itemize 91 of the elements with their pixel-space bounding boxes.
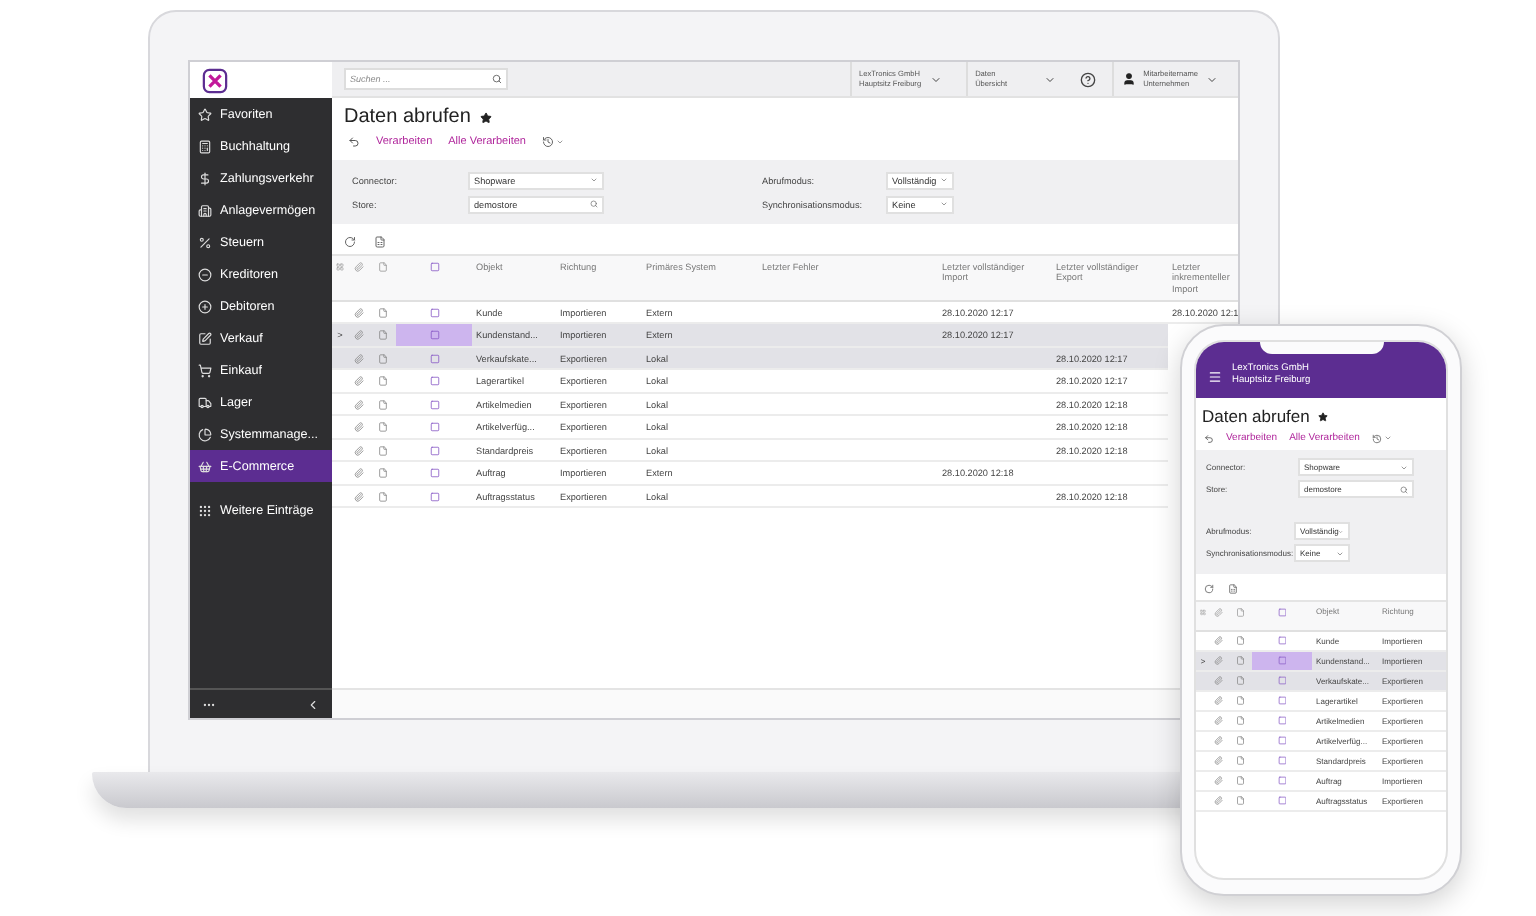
history-icon[interactable] xyxy=(1371,433,1382,443)
document-icon xyxy=(377,468,387,479)
calculator-icon xyxy=(198,139,212,153)
user-icon xyxy=(1121,72,1136,86)
basket-icon xyxy=(198,459,212,473)
pen-square-icon xyxy=(198,331,212,345)
document-icon xyxy=(1235,756,1245,766)
undo-icon[interactable] xyxy=(1204,433,1214,443)
checkbox-icon xyxy=(429,307,439,318)
star-icon[interactable] xyxy=(1317,411,1328,421)
document-icon xyxy=(377,422,387,433)
checkbox-icon xyxy=(429,491,439,502)
document-icon xyxy=(377,491,387,502)
refresh-icon[interactable] xyxy=(1204,584,1214,594)
document-icon xyxy=(1235,716,1245,726)
checkbox-icon xyxy=(429,422,439,433)
checkbox-icon xyxy=(1277,696,1287,706)
page-title: Daten abrufen xyxy=(344,106,471,128)
checkbox-icon xyxy=(1277,676,1287,686)
page-title: Daten abrufen xyxy=(1202,406,1310,426)
caret-icon xyxy=(929,73,942,85)
paperclip-icon xyxy=(353,399,363,410)
plus-circle-icon xyxy=(198,299,212,313)
checkbox-icon xyxy=(1277,656,1287,666)
paperclip-icon xyxy=(353,422,363,433)
truck-icon xyxy=(198,395,212,409)
search-icon xyxy=(590,200,598,208)
document-icon xyxy=(1235,636,1245,646)
grid-dots-icon xyxy=(198,503,212,517)
checkbox[interactable] xyxy=(1277,608,1287,617)
document-icon xyxy=(1235,608,1245,617)
checkbox-icon xyxy=(1277,776,1287,786)
checkbox-icon xyxy=(1277,796,1287,806)
star-icon[interactable] xyxy=(480,111,493,123)
paperclip-icon xyxy=(353,262,363,272)
document-icon xyxy=(1235,696,1245,706)
history-icon[interactable] xyxy=(541,136,554,148)
paperclip-icon xyxy=(353,468,363,479)
minus-circle-icon xyxy=(198,267,212,281)
percent-icon xyxy=(198,235,212,249)
document-icon xyxy=(377,330,387,341)
document-icon xyxy=(1235,776,1245,786)
checkbox-icon xyxy=(1277,756,1287,766)
paperclip-icon xyxy=(353,445,363,456)
document-icon xyxy=(1235,796,1245,806)
document-icon xyxy=(377,376,387,387)
selection-cell[interactable] xyxy=(396,324,472,346)
paperclip-icon xyxy=(353,353,363,364)
building-icon xyxy=(198,203,212,217)
checkbox-icon xyxy=(1277,636,1287,646)
cart-icon xyxy=(198,363,212,377)
document-icon xyxy=(1235,656,1245,666)
paperclip-icon xyxy=(353,491,363,502)
document-icon xyxy=(377,399,387,410)
selection-cell[interactable] xyxy=(1252,652,1312,670)
dollar-icon xyxy=(198,171,212,185)
spreadsheet-icon[interactable] xyxy=(1228,584,1238,594)
logo-icon xyxy=(202,67,228,93)
caret-icon xyxy=(1043,73,1056,85)
menu-icon[interactable] xyxy=(1208,369,1222,383)
checkbox-icon xyxy=(429,353,439,364)
paperclip-icon xyxy=(1214,608,1224,617)
checkbox-icon xyxy=(429,376,439,387)
grid-icon[interactable] xyxy=(1200,608,1206,617)
checkbox-icon xyxy=(1277,736,1287,746)
pie-chart-icon xyxy=(198,427,212,441)
checkbox-icon xyxy=(429,399,439,410)
paperclip-icon xyxy=(353,307,363,318)
help-icon[interactable] xyxy=(1079,71,1096,87)
star-icon xyxy=(198,107,212,121)
refresh-icon[interactable] xyxy=(344,236,356,248)
caret-icon xyxy=(1206,73,1218,85)
document-icon xyxy=(1235,676,1245,686)
checkbox[interactable] xyxy=(429,262,439,272)
document-icon xyxy=(377,307,387,318)
spreadsheet-icon[interactable] xyxy=(374,236,386,248)
document-icon xyxy=(377,445,387,456)
paperclip-icon xyxy=(353,376,363,387)
document-icon xyxy=(377,353,387,364)
undo-icon[interactable] xyxy=(348,136,360,148)
collapse-icon[interactable] xyxy=(306,697,320,711)
checkbox-icon xyxy=(1277,716,1287,726)
checkbox-icon xyxy=(429,445,439,456)
paperclip-icon xyxy=(353,330,363,341)
document-icon xyxy=(377,262,387,272)
search-icon xyxy=(1400,485,1408,493)
search-icon xyxy=(492,74,502,84)
checkbox-icon xyxy=(429,330,439,341)
checkbox-icon xyxy=(429,468,439,479)
document-icon xyxy=(1235,736,1245,746)
grid-icon[interactable] xyxy=(336,262,344,272)
